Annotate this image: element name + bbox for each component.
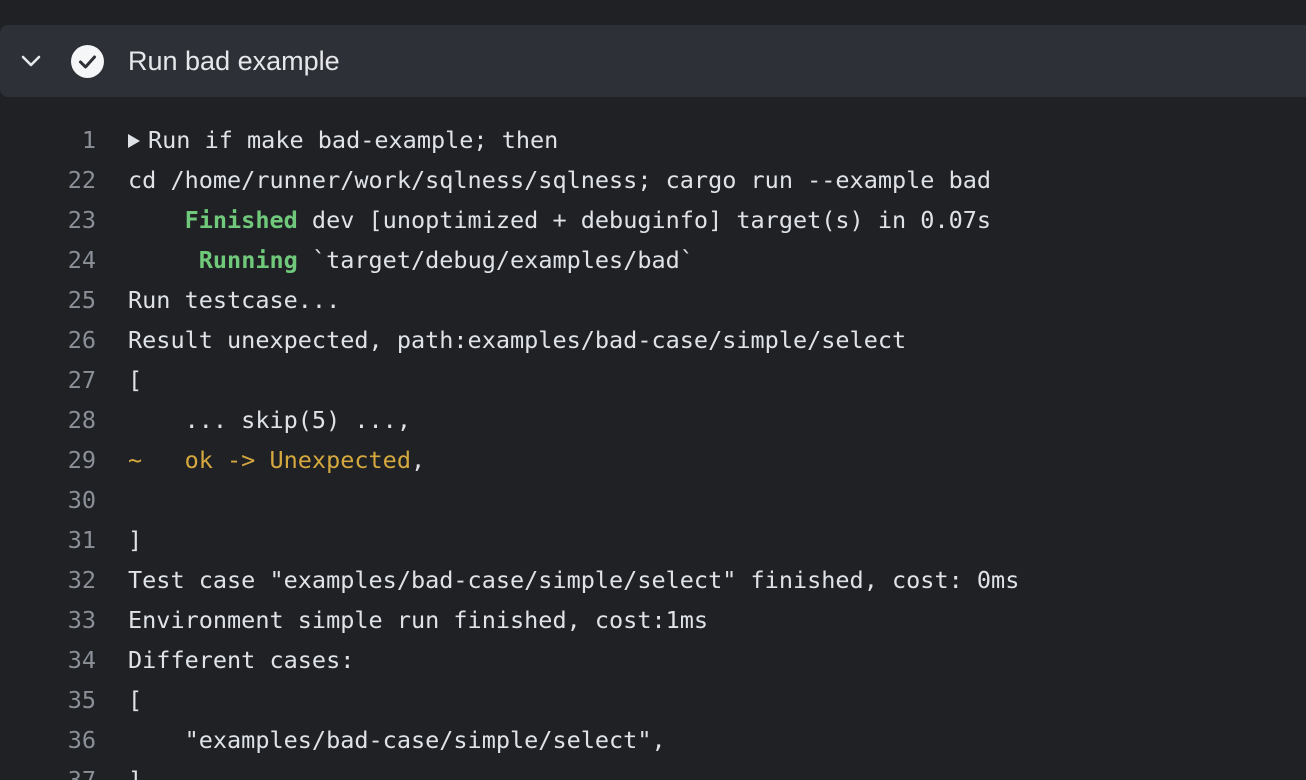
line-segment: Running — [198, 246, 298, 274]
line-number[interactable]: 33 — [0, 600, 96, 640]
line-number[interactable]: 26 — [0, 320, 96, 360]
line-number[interactable]: 28 — [0, 400, 96, 440]
line-text: cd /home/runner/work/sqlness/sqlness; ca… — [128, 160, 991, 200]
log-line: 31] — [0, 520, 1306, 560]
line-text: [ — [128, 680, 142, 720]
check-circle-icon — [71, 45, 104, 78]
line-segment: cd /home/runner/work/sqlness/sqlness; ca… — [128, 166, 992, 194]
line-text: Environment simple run finished, cost:1m… — [128, 600, 708, 640]
line-text: Run if make bad-example; then — [128, 120, 558, 160]
line-segment: Test case "examples/bad-case/simple/sele… — [128, 566, 1020, 594]
log-line: 24 Running `target/debug/examples/bad` — [0, 240, 1306, 280]
log-line: 25 Run testcase... — [0, 280, 1306, 320]
line-segment: Run testcase... — [128, 286, 341, 314]
line-number[interactable]: 31 — [0, 520, 96, 560]
chevron-down-icon[interactable] — [18, 48, 44, 74]
log-line: 27 [ — [0, 360, 1306, 400]
line-number[interactable]: 36 — [0, 720, 96, 760]
log-line: 36 "examples/bad-case/simple/select", — [0, 720, 1306, 760]
line-number[interactable]: 37 — [0, 760, 96, 780]
line-segment: , — [410, 446, 426, 474]
line-segment: Different cases: — [128, 646, 355, 674]
line-segment: [ — [128, 686, 143, 714]
line-text: Result unexpected, path:examples/bad-cas… — [128, 320, 906, 360]
line-text: ] — [128, 520, 142, 560]
line-segment: Environment simple run finished, cost:1m… — [128, 606, 709, 634]
line-number[interactable]: 1 — [0, 120, 96, 160]
step-title: Run bad example — [128, 46, 340, 76]
line-segment — [128, 246, 199, 274]
line-number[interactable]: 32 — [0, 560, 96, 600]
log-line: 22 cd /home/runner/work/sqlness/sqlness; … — [0, 160, 1306, 200]
line-number[interactable]: 29 — [0, 440, 96, 480]
line-number[interactable]: 27 — [0, 360, 96, 400]
line-number[interactable]: 24 — [0, 240, 96, 280]
line-segment: "examples/bad-case/simple/select", — [128, 726, 666, 754]
line-number[interactable]: 25 — [0, 280, 96, 320]
log-line: 33 Environment simple run finished, cost:… — [0, 600, 1306, 640]
line-text: Test case "examples/bad-case/simple/sele… — [128, 560, 1019, 600]
line-segment: Finished — [184, 206, 298, 234]
log-line: 37] — [0, 760, 1306, 780]
line-number[interactable]: 30 — [0, 480, 96, 520]
line-segment: ~ ok -> Unexpected — [128, 446, 411, 474]
line-number[interactable]: 35 — [0, 680, 96, 720]
line-segment: ] — [128, 526, 143, 554]
log-line: 23 Finished dev [unoptimized + debuginfo… — [0, 200, 1306, 240]
step-header[interactable]: Run bad example — [0, 25, 1306, 97]
line-segment: [ — [128, 366, 143, 394]
line-text: Different cases: — [128, 640, 354, 680]
line-text: ~ ok -> Unexpected, — [128, 440, 425, 480]
line-segment: Result unexpected, path:examples/bad-cas… — [128, 326, 907, 354]
log-line: 26 Result unexpected, path:examples/bad-c… — [0, 320, 1306, 360]
log-line: 28 ... skip(5) ..., — [0, 400, 1306, 440]
log-line: 1 Run if make bad-example; then — [0, 120, 1306, 160]
line-text: Finished dev [unoptimized + debuginfo] t… — [128, 200, 991, 240]
line-text: ... skip(5) ..., — [128, 400, 411, 440]
log-output: 1 Run if make bad-example; then 22 cd /home… — [0, 120, 1306, 780]
log-line: 34 Different cases: — [0, 640, 1306, 680]
line-text: "examples/bad-case/simple/select", — [128, 720, 666, 760]
line-number[interactable]: 22 — [0, 160, 96, 200]
log-line: 32 Test case "examples/bad-case/simple/se… — [0, 560, 1306, 600]
line-number[interactable]: 23 — [0, 200, 96, 240]
line-segment: `target/debug/examples/bad` — [297, 246, 694, 274]
line-number[interactable]: 34 — [0, 640, 96, 680]
line-segment: dev [unoptimized + debuginfo] target(s) … — [297, 206, 992, 234]
line-text: Run testcase... — [128, 280, 340, 320]
log-line: 30 — [0, 480, 1306, 520]
line-segment: ] — [128, 766, 143, 780]
line-text: Running `target/debug/examples/bad` — [128, 240, 694, 280]
log-line: 35 [ — [0, 680, 1306, 720]
line-segment: Run if make bad-example; then — [148, 126, 559, 154]
expand-triangle-icon[interactable] — [128, 134, 140, 148]
line-text: ] — [128, 760, 142, 780]
log-line: 29 ~ ok -> Unexpected, — [0, 440, 1306, 480]
line-segment: ... skip(5) ..., — [128, 406, 411, 434]
line-segment — [128, 206, 185, 234]
line-text: [ — [128, 360, 142, 400]
